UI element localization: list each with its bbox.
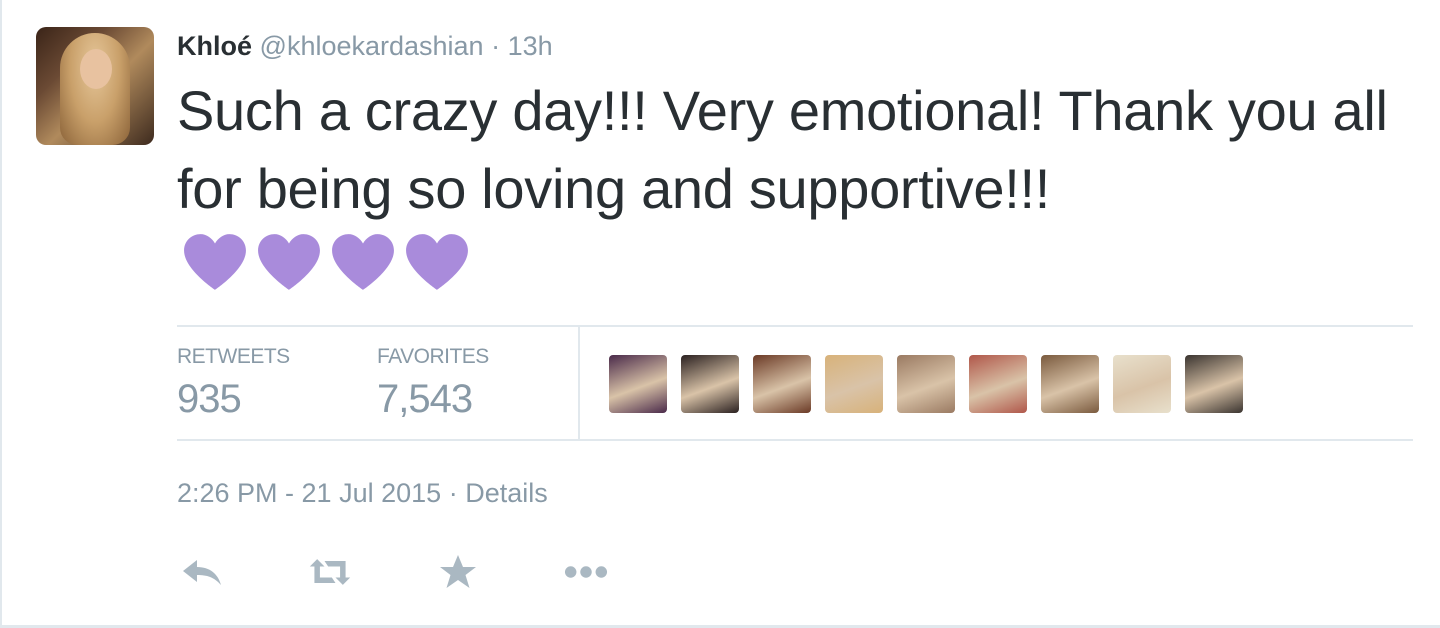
- timestamp-time: 2:26 PM - 21 Jul 2015: [177, 478, 442, 508]
- tweet-actions: [180, 552, 692, 592]
- reply-button[interactable]: [180, 552, 224, 592]
- retweets-label: RETWEETS: [177, 345, 290, 368]
- favoriters-list: [609, 355, 1243, 413]
- more-button[interactable]: [564, 552, 608, 592]
- favoriter-avatar-6[interactable]: [969, 355, 1027, 413]
- emoji-row: [182, 232, 470, 292]
- tweet-text: Such a crazy day!!! Very emotional! Than…: [177, 79, 1388, 220]
- favoriter-avatar-8[interactable]: [1113, 355, 1171, 413]
- stats-divider: [578, 327, 580, 439]
- timestamp-separator: ·: [448, 478, 458, 508]
- author-name[interactable]: Khloé: [177, 31, 252, 61]
- favoriter-avatar-5[interactable]: [897, 355, 955, 413]
- tweet-stats: RETWEETS 935 FAVORITES 7,543: [177, 325, 1413, 441]
- favorites-label: FAVORITES: [377, 345, 489, 368]
- tweet-timestamp: 2:26 PM - 21 Jul 2015 · Details: [177, 478, 548, 509]
- author-avatar[interactable]: [36, 27, 154, 145]
- retweet-button[interactable]: [308, 552, 352, 592]
- author-handle[interactable]: @khloekardashian: [260, 31, 484, 61]
- avatar-face: [80, 49, 112, 89]
- favoriter-avatar-7[interactable]: [1041, 355, 1099, 413]
- favoriter-avatar-9[interactable]: [1185, 355, 1243, 413]
- tweet-card: Khloé @khloekardashian · 13h Such a craz…: [0, 0, 1440, 628]
- favoriter-avatar-2[interactable]: [681, 355, 739, 413]
- retweet-icon: [309, 559, 351, 585]
- favorites-count: 7,543: [377, 377, 473, 421]
- retweets-count: 935: [177, 377, 242, 421]
- favorite-button[interactable]: [436, 552, 480, 592]
- tweet-header: Khloé @khloekardashian · 13h: [177, 28, 553, 64]
- purple-heart-icon: [332, 234, 394, 290]
- header-separator: ·: [491, 31, 501, 61]
- favoriter-avatar-3[interactable]: [753, 355, 811, 413]
- favoriter-avatar-1[interactable]: [609, 355, 667, 413]
- purple-heart-icon: [258, 234, 320, 290]
- details-link[interactable]: Details: [465, 478, 548, 508]
- favoriter-avatar-4[interactable]: [825, 355, 883, 413]
- more-dots-icon: [564, 566, 608, 578]
- purple-heart-icon: [406, 234, 468, 290]
- retweets-stat[interactable]: RETWEETS 935: [177, 345, 290, 422]
- reply-icon: [183, 560, 221, 585]
- favorites-stat[interactable]: FAVORITES 7,543: [377, 345, 489, 422]
- favorite-star-icon: [440, 555, 476, 588]
- relative-time[interactable]: 13h: [508, 31, 553, 61]
- purple-heart-icon: [184, 234, 246, 290]
